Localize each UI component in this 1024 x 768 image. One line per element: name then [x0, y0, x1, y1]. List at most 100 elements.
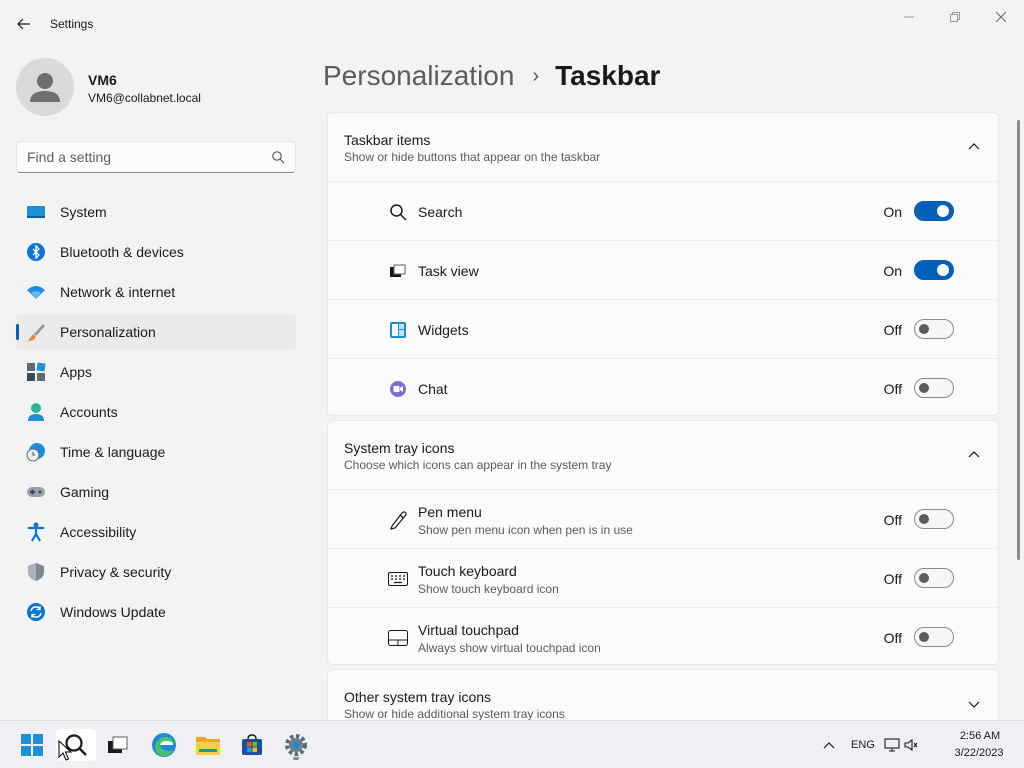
breadcrumb: Personalization › Taskbar: [323, 58, 660, 94]
close-icon: [996, 12, 1006, 22]
clock-date[interactable]: 3/22/2023: [946, 747, 1012, 759]
other-tray-icons-card[interactable]: Other system tray icons Show or hide add…: [327, 669, 999, 720]
task-view-icon: [388, 261, 408, 281]
toggle-state: Off: [883, 571, 902, 587]
taskbar-file-explorer-button[interactable]: [188, 729, 228, 761]
apps-icon: [26, 362, 46, 382]
language-indicator[interactable]: ENG: [851, 739, 875, 751]
setting-description: Show pen menu icon when pen is in use: [418, 523, 633, 537]
virtual-touchpad-toggle[interactable]: [914, 627, 954, 647]
minimize-icon: [904, 16, 914, 18]
user-silhouette-icon: [30, 73, 60, 102]
clock-time[interactable]: 2:56 AM: [950, 730, 1010, 742]
maximize-button[interactable]: [932, 4, 978, 30]
page-title: Taskbar: [555, 60, 661, 91]
widgets-toggle[interactable]: [914, 319, 954, 339]
setting-label: Pen menu: [418, 504, 482, 520]
system-tray-icons-card: System tray icons Choose which icons can…: [327, 420, 999, 665]
taskbar-items-header[interactable]: Taskbar items Show or hide buttons that …: [328, 113, 998, 181]
sidebar-item-label: Bluetooth & devices: [60, 244, 184, 260]
section-description: Show or hide buttons that appear on the …: [344, 150, 601, 164]
setting-label: Search: [418, 204, 463, 220]
keyboard-icon: [388, 569, 408, 589]
windows-taskbar: ENG 2:56 AM 3/22/2023: [0, 720, 1024, 768]
toggle-state: Off: [883, 630, 902, 646]
shield-icon: [26, 562, 46, 582]
system-tray-header[interactable]: System tray icons Choose which icons can…: [328, 421, 998, 489]
touchpad-icon: [388, 628, 408, 648]
app-title: Settings: [50, 17, 94, 31]
toggle-state: Off: [883, 512, 902, 528]
paintbrush-icon: [26, 322, 46, 342]
taskbar-task-view-button[interactable]: [98, 729, 138, 761]
volume-muted-icon: [904, 738, 918, 752]
setting-label: Touch keyboard: [418, 563, 517, 579]
taskbar-edge-button[interactable]: [144, 729, 184, 761]
chevron-up-icon: [823, 742, 835, 749]
search-box[interactable]: [16, 141, 296, 173]
search-icon: [388, 202, 408, 222]
user-email: VM6@collabnet.local: [88, 91, 201, 105]
close-button[interactable]: [978, 4, 1024, 30]
chevron-up-icon: [968, 451, 980, 458]
sidebar-item-label: Personalization: [60, 324, 156, 340]
show-hidden-icons-button[interactable]: [816, 729, 842, 761]
bluetooth-icon: [26, 242, 46, 262]
chat-toggle[interactable]: [914, 378, 954, 398]
sidebar-item-accessibility[interactable]: Accessibility: [16, 514, 296, 550]
network-volume-tray[interactable]: [884, 729, 918, 761]
update-icon: [26, 602, 46, 622]
setting-row-touch-keyboard: Touch keyboard Show touch keyboard icon …: [328, 548, 998, 607]
network-icon: [884, 738, 900, 752]
minimize-button[interactable]: [886, 4, 932, 30]
gamepad-icon: [26, 482, 46, 502]
setting-description: Show touch keyboard icon: [418, 582, 559, 596]
chat-icon: [388, 379, 408, 399]
setting-label: Virtual touchpad: [418, 622, 519, 638]
sidebar-item-label: System: [60, 204, 107, 220]
scrollbar[interactable]: [1017, 120, 1020, 560]
setting-row-virtual-touchpad: Virtual touchpad Always show virtual tou…: [328, 607, 998, 666]
user-name: VM6: [88, 72, 117, 88]
search-input[interactable]: [27, 142, 267, 172]
taskbar-store-button[interactable]: [232, 729, 272, 761]
section-title: Other system tray icons: [344, 689, 492, 705]
pen-menu-toggle[interactable]: [914, 509, 954, 529]
sidebar-item-system[interactable]: System: [16, 194, 296, 230]
sidebar-item-gaming[interactable]: Gaming: [16, 474, 296, 510]
sidebar-item-windows-update[interactable]: Windows Update: [16, 594, 296, 630]
back-button[interactable]: [10, 10, 38, 38]
edge-icon: [152, 733, 176, 757]
breadcrumb-parent[interactable]: Personalization: [323, 60, 514, 92]
sidebar-item-time-language[interactable]: Time & language: [16, 434, 296, 470]
sidebar-item-label: Accessibility: [60, 524, 137, 540]
file-explorer-icon: [196, 737, 220, 755]
toggle-state: On: [883, 263, 902, 279]
touch-keyboard-toggle[interactable]: [914, 568, 954, 588]
sidebar-item-personalization[interactable]: Personalization: [16, 314, 296, 350]
store-icon: [242, 734, 262, 755]
taskbar-settings-button[interactable]: [276, 729, 316, 761]
breadcrumb-separator: ›: [532, 64, 540, 87]
start-button[interactable]: [12, 729, 52, 761]
search-toggle[interactable]: [914, 201, 954, 221]
setting-label: Widgets: [418, 322, 469, 338]
running-indicator: [293, 757, 299, 760]
setting-label: Task view: [418, 263, 479, 279]
sidebar-item-apps[interactable]: Apps: [16, 354, 296, 390]
restore-icon: [950, 12, 960, 22]
widgets-icon: [388, 320, 408, 340]
sidebar-item-label: Privacy & security: [60, 564, 172, 580]
sidebar-item-privacy[interactable]: Privacy & security: [16, 554, 296, 590]
wifi-icon: [26, 282, 46, 302]
search-icon: [272, 151, 285, 164]
user-profile[interactable]: VM6 VM6@collabnet.local: [16, 58, 296, 118]
avatar: [16, 58, 74, 116]
back-arrow-icon: [17, 18, 30, 30]
sidebar-item-accounts[interactable]: Accounts: [16, 394, 296, 430]
setting-row-chat: Chat Off: [328, 358, 998, 417]
sidebar-item-bluetooth[interactable]: Bluetooth & devices: [16, 234, 296, 270]
sidebar-item-network[interactable]: Network & internet: [16, 274, 296, 310]
sidebar-item-label: Apps: [60, 364, 92, 380]
task-view-toggle[interactable]: [914, 260, 954, 280]
